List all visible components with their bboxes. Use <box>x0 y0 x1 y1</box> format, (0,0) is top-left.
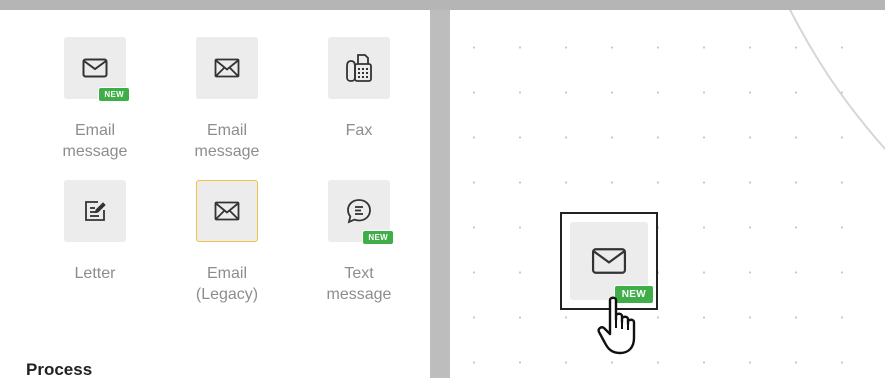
palette-tile[interactable] <box>64 180 126 242</box>
palette-item-email-message-new[interactable]: NEW Email message <box>40 37 150 162</box>
palette-item-email-legacy[interactable]: Email (Legacy) <box>172 180 282 305</box>
label-line-2: message <box>326 286 392 303</box>
label-line-1: Fax <box>345 122 373 139</box>
connector-line <box>788 10 885 151</box>
palette-item-letter[interactable]: Letter <box>40 180 150 284</box>
envelope-outline-icon <box>214 58 240 78</box>
envelope-icon <box>82 58 108 78</box>
label-line-2: message <box>194 143 260 160</box>
label-line-2: (Legacy) <box>195 286 259 303</box>
palette-tile-selected[interactable] <box>196 180 258 242</box>
label-line-2: message <box>62 143 128 160</box>
panel-divider[interactable] <box>430 10 450 378</box>
palette-item-label: Email message <box>172 120 282 162</box>
label-line-1: Email <box>74 122 115 139</box>
palette-tile[interactable] <box>328 37 390 99</box>
campaign-builder: NEW Email message Email message Fax Lett… <box>0 0 885 378</box>
section-heading-process: Process <box>26 360 93 378</box>
palette-tile[interactable]: NEW <box>64 37 130 102</box>
palette-item-label: Letter <box>40 263 150 284</box>
palette-item-email-message[interactable]: Email message <box>172 37 282 162</box>
fax-icon <box>346 54 372 82</box>
new-badge: NEW <box>98 87 130 102</box>
workflow-canvas[interactable]: NEW <box>450 10 885 378</box>
element-palette: NEW Email message Email message Fax Lett… <box>0 10 430 378</box>
palette-item-label: Fax <box>304 120 414 141</box>
label-line-1: Email <box>206 122 247 139</box>
envelope-outline-icon <box>214 201 240 221</box>
label-line-1: Email <box>206 265 247 282</box>
chat-bubble-icon <box>347 199 371 224</box>
palette-tile[interactable]: NEW <box>328 180 394 245</box>
label-line-1: Letter <box>74 265 116 282</box>
palette-item-fax[interactable]: Fax <box>304 37 414 141</box>
hand-pointer-icon <box>597 296 636 355</box>
new-badge: NEW <box>362 230 394 245</box>
top-border <box>0 0 885 10</box>
palette-item-label: Text message <box>304 263 414 305</box>
dragged-email-tile[interactable]: NEW <box>570 222 654 304</box>
palette-item-label: Email (Legacy) <box>172 263 282 305</box>
palette-tile[interactable] <box>196 37 258 99</box>
label-line-1: Text <box>344 265 374 282</box>
palette-item-text-message[interactable]: NEW Text message <box>304 180 414 305</box>
letter-icon <box>85 201 106 221</box>
envelope-icon <box>591 248 627 274</box>
palette-item-label: Email message <box>40 120 150 162</box>
